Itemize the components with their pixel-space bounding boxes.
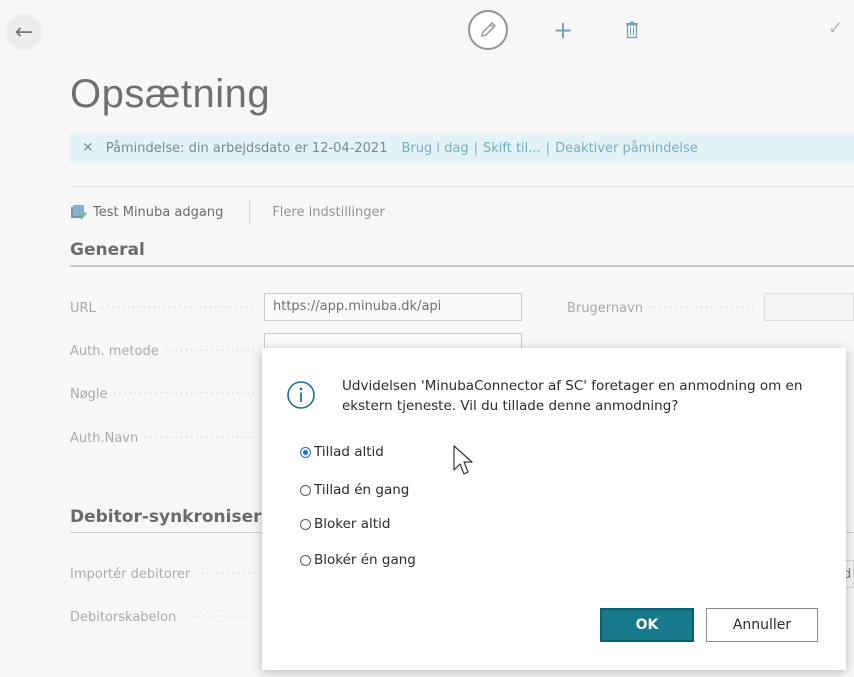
option-allow-once[interactable]: Tillad én gang — [300, 482, 409, 498]
mouse-cursor-icon — [453, 445, 473, 475]
option-label: Bloker altid — [314, 516, 391, 532]
radio-block-always[interactable] — [300, 518, 311, 530]
info-icon — [287, 381, 315, 409]
radio-block-once[interactable] — [300, 554, 311, 566]
cancel-button[interactable]: Annuller — [706, 608, 818, 642]
ok-button[interactable]: OK — [600, 608, 694, 642]
option-label: Blokér én gang — [314, 552, 416, 568]
option-allow-always[interactable]: Tillad altid — [300, 444, 384, 460]
permission-dialog: Udvidelsen 'MinubaConnector af SC' foret… — [262, 348, 846, 670]
radio-allow-always[interactable] — [300, 446, 311, 458]
option-block-once[interactable]: Blokér én gang — [300, 552, 416, 568]
option-block-always[interactable]: Bloker altid — [300, 516, 390, 532]
radio-allow-once[interactable] — [300, 484, 311, 496]
option-label: Tillad én gang — [314, 482, 410, 498]
option-label: Tillad altid — [314, 444, 384, 460]
dialog-message: Udvidelsen 'MinubaConnector af SC' foret… — [342, 378, 803, 414]
